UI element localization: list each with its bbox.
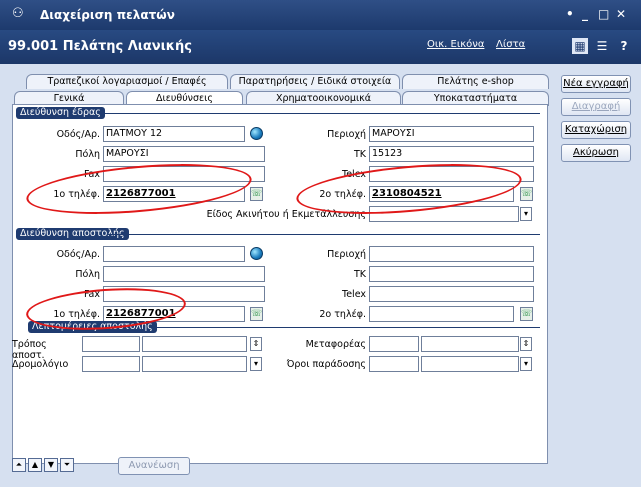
save-button[interactable]: Καταχώριση <box>561 121 631 139</box>
chevron-down-icon[interactable]: ▾ <box>520 357 532 371</box>
globe-icon[interactable] <box>250 127 263 140</box>
ship-area-input[interactable] <box>369 246 534 262</box>
area-input[interactable]: ΜΑΡΟΥΣΙ <box>369 126 534 142</box>
carrier-code-input[interactable] <box>369 336 419 352</box>
street-input[interactable]: ΠΑΤΜΟΥ 12 <box>103 126 245 142</box>
ship-phone2-input[interactable] <box>369 306 514 322</box>
phone-dial-icon[interactable]: ☏ <box>250 187 263 201</box>
route-label: Δρομολόγιο <box>12 359 69 370</box>
image-button[interactable]: Οικ. Εικόνα <box>427 39 484 50</box>
ship-tk-input[interactable] <box>369 266 534 282</box>
window-titlebar: ⚇ Διαχείριση πελατών • _ □ ✕ <box>0 0 641 30</box>
record-header: 99.001 Πελάτης Λιανικής Οικ. Εικόνα Λίστ… <box>0 30 641 64</box>
city-input[interactable]: ΜΑΡΟΥΣΙ <box>103 146 265 162</box>
ship-telex-input[interactable] <box>369 286 534 302</box>
method-code-input[interactable] <box>82 336 140 352</box>
tk-input[interactable]: 15123 <box>369 146 534 162</box>
chevron-down-icon[interactable]: ▾ <box>520 207 532 221</box>
carriers-label: Μεταφορέας <box>305 339 366 350</box>
cancel-button[interactable]: Ακύρωση <box>561 144 631 162</box>
next-record-icon[interactable]: ▼ <box>44 458 58 472</box>
tab-eshop[interactable]: Πελάτης e-shop <box>402 74 549 89</box>
ship-telex-label: Telex <box>342 289 366 300</box>
method-desc-input[interactable] <box>142 336 247 352</box>
method-label: Τρόπος αποστ. <box>12 339 47 361</box>
record-title: 99.001 Πελάτης Λιανικής <box>8 39 192 54</box>
maximize-button[interactable]: □ <box>598 7 609 21</box>
divider <box>150 327 540 328</box>
ship-tk-label: ΤΚ <box>353 269 366 280</box>
chevron-down-icon[interactable]: ▾ <box>250 357 262 371</box>
ship-phone2-label: 2ο τηλέφ. <box>319 309 366 320</box>
help-icon[interactable]: ? <box>616 38 632 54</box>
area-label: Περιοχή <box>327 129 366 140</box>
lookup-icon[interactable]: ⇕ <box>250 337 262 351</box>
carrier-desc-input[interactable] <box>421 336 519 352</box>
window-title: Διαχείριση πελατών <box>40 8 175 22</box>
terms-label: Όροι παράδοσης <box>286 359 366 370</box>
prev-record-icon[interactable]: ▲ <box>28 458 42 472</box>
terms-desc-input[interactable] <box>421 356 519 372</box>
lookup-icon[interactable]: ⇕ <box>520 337 532 351</box>
layout-icon[interactable]: ▦ <box>572 38 588 54</box>
refresh-button[interactable]: Ανανέωση <box>118 457 190 475</box>
close-button[interactable]: ✕ <box>616 7 626 21</box>
route-code-input[interactable] <box>82 356 140 372</box>
pin-icon[interactable]: • <box>566 7 574 21</box>
tab-bank-accounts[interactable]: Τραπεζικοί λογαριασμοί / Επαφές <box>26 74 228 89</box>
ship-city-label: Πόλη <box>75 269 100 280</box>
list-button[interactable]: Λίστα <box>496 39 525 50</box>
route-desc-input[interactable] <box>142 356 247 372</box>
globe-icon[interactable] <box>250 247 263 260</box>
ship-street-input[interactable] <box>103 246 245 262</box>
ship-area-label: Περιοχή <box>327 249 366 260</box>
minimize-button[interactable]: _ <box>582 7 588 21</box>
divider <box>108 234 540 235</box>
first-record-icon[interactable]: ⏶ <box>12 458 26 472</box>
divider <box>100 113 540 114</box>
delete-button[interactable]: Διαγραφή <box>561 98 631 116</box>
street-label: Οδός/Αρ. <box>56 129 100 140</box>
city-label: Πόλη <box>75 149 100 160</box>
last-record-icon[interactable]: ⏷ <box>60 458 74 472</box>
tk-label: ΤΚ <box>353 149 366 160</box>
terms-code-input[interactable] <box>369 356 419 372</box>
phone-dial-icon[interactable]: ☏ <box>250 307 263 321</box>
section-seat-title: Διεύθυνση έδρας <box>16 107 105 119</box>
phone-dial-icon[interactable]: ☏ <box>520 187 533 201</box>
ship-city-input[interactable] <box>103 266 265 282</box>
phone-dial-icon[interactable]: ☏ <box>520 307 533 321</box>
new-record-button[interactable]: Νέα εγγραφή <box>561 75 631 93</box>
ship-street-label: Οδός/Αρ. <box>56 249 100 260</box>
app-logo-icon: ⚇ <box>12 6 24 21</box>
tab-notes[interactable]: Παρατηρήσεις / Ειδικά στοιχεία <box>230 74 400 89</box>
menu-icon[interactable]: ☰ <box>594 38 610 54</box>
